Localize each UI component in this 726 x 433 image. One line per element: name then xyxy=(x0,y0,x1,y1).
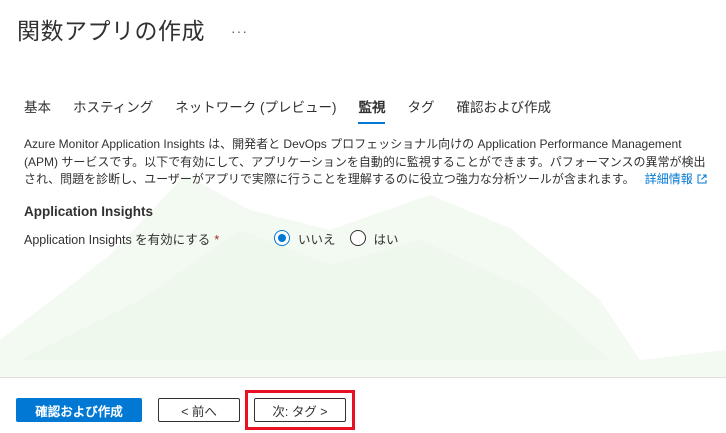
more-options-icon[interactable]: ··· xyxy=(231,23,248,39)
tab-hosting[interactable]: ホスティング xyxy=(65,92,161,124)
review-create-button[interactable]: 確認および作成 xyxy=(16,398,142,422)
required-mark: * xyxy=(214,232,220,247)
title-row: 関数アプリの作成 ··· xyxy=(17,12,248,46)
description-text: Azure Monitor Application Insights は、開発者… xyxy=(24,137,706,186)
radio-yes-unchecked-icon[interactable] xyxy=(349,230,366,246)
footer-bar: 確認および作成 < 前へ 次: タグ > xyxy=(0,377,726,433)
radio-no-checked-icon[interactable] xyxy=(274,230,290,246)
radio-no-label: いいえ xyxy=(298,232,336,247)
tab-networking[interactable]: ネットワーク (プレビュー) xyxy=(167,92,344,124)
next-tags-button[interactable]: 次: タグ > xyxy=(254,398,346,422)
page-title: 関数アプリの作成 xyxy=(17,18,205,44)
external-link-icon xyxy=(697,174,707,184)
tab-bar: 基本 ホスティング ネットワーク (プレビュー) 監視 タグ 確認および作成 xyxy=(16,92,565,124)
enable-application-insights-label: Application Insights を有効にする * xyxy=(24,232,220,247)
radio-option-no[interactable]: いいえ xyxy=(274,229,336,248)
tab-basics[interactable]: 基本 xyxy=(16,92,59,124)
create-function-app-page: 関数アプリの作成 ··· 基本 ホスティング ネットワーク (プレビュー) 監視… xyxy=(0,0,726,433)
radio-yes-label: はい xyxy=(373,232,399,247)
previous-button[interactable]: < 前へ xyxy=(158,398,240,422)
tab-review-create[interactable]: 確認および作成 xyxy=(448,92,559,124)
learn-more-link[interactable]: 詳細情報 xyxy=(645,172,707,186)
tab-monitoring[interactable]: 監視 xyxy=(350,92,393,124)
monitoring-description: Azure Monitor Application Insights は、開発者… xyxy=(24,136,714,189)
tab-tags[interactable]: タグ xyxy=(399,92,442,124)
enable-application-insights-radio-group: いいえ はい xyxy=(274,229,413,248)
radio-option-yes[interactable]: はい xyxy=(349,229,399,248)
enable-application-insights-row: Application Insights を有効にする * いいえ はい xyxy=(24,228,624,248)
application-insights-section-title: Application Insights xyxy=(24,204,154,219)
